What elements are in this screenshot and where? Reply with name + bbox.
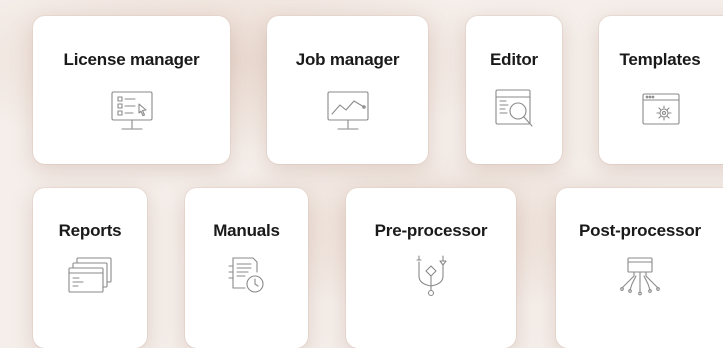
tile-label: Pre-processor bbox=[374, 221, 488, 240]
circuit-chip-icon bbox=[616, 254, 664, 300]
tile-label: Templates bbox=[619, 50, 701, 69]
document-clock-icon bbox=[223, 250, 271, 298]
tile-license-manager[interactable]: License manager bbox=[33, 16, 230, 164]
tile-job-manager[interactable]: Job manager bbox=[267, 16, 428, 164]
tile-reports[interactable]: Reports bbox=[33, 188, 147, 348]
tile-label: Job manager bbox=[295, 50, 400, 69]
tile-label: License manager bbox=[63, 50, 200, 69]
chart-monitor-icon bbox=[324, 88, 372, 134]
tile-pre-processor[interactable]: Pre-processor bbox=[346, 188, 516, 348]
tile-label: Editor bbox=[490, 50, 538, 69]
tile-post-processor[interactable]: Post-processor bbox=[556, 188, 723, 348]
tile-manuals[interactable]: Manuals bbox=[185, 188, 308, 348]
license-monitor-icon bbox=[108, 88, 156, 134]
tile-editor[interactable]: Editor bbox=[466, 16, 562, 164]
code-magnifier-icon bbox=[490, 86, 538, 134]
gear-window-icon bbox=[639, 90, 683, 130]
stacked-windows-icon bbox=[65, 254, 115, 296]
tile-templates[interactable]: Templates bbox=[599, 16, 723, 164]
tile-label: Reports bbox=[58, 221, 122, 240]
tile-label: Manuals bbox=[213, 221, 280, 240]
flow-diagram-icon bbox=[407, 252, 455, 302]
tile-label: Post-processor bbox=[579, 221, 701, 240]
